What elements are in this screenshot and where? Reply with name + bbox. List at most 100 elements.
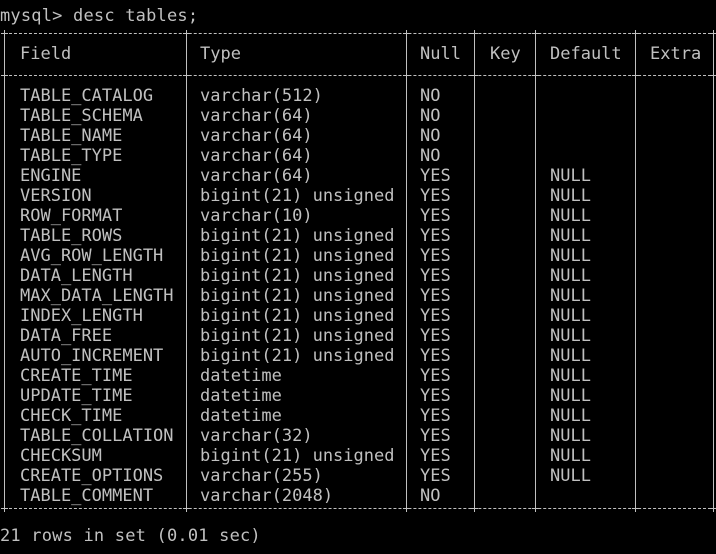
cell-field: INDEX_LENGTH xyxy=(20,306,143,326)
cell-null: YES xyxy=(420,326,451,346)
border-junction xyxy=(403,30,410,37)
cell-field: TABLE_ROWS xyxy=(20,226,123,246)
table-row: TABLE_SCHEMA varchar(64) NO xyxy=(0,106,716,126)
cell-null: YES xyxy=(420,406,451,426)
cell-null: YES xyxy=(420,346,451,366)
column-header-null: Null xyxy=(420,44,461,64)
cell-default: NULL xyxy=(550,346,591,366)
cell-type: varchar(64) xyxy=(200,106,313,126)
cell-default: NULL xyxy=(550,206,591,226)
cell-null: YES xyxy=(420,306,451,326)
table-border-top xyxy=(4,33,716,34)
cell-type: datetime xyxy=(200,406,282,426)
prompt: mysql> xyxy=(0,6,63,26)
cell-default: NULL xyxy=(550,386,591,406)
cell-field: CHECKSUM xyxy=(20,446,102,466)
cell-null: YES xyxy=(420,446,451,466)
cell-default: NULL xyxy=(550,246,591,266)
table-row: TABLE_ROWS bigint(21) unsigned YES NULL xyxy=(0,226,716,246)
cell-default: NULL xyxy=(550,426,591,446)
cell-type: bigint(21) unsigned xyxy=(200,266,395,286)
cell-field: CREATE_TIME xyxy=(20,366,133,386)
cell-null: YES xyxy=(420,366,451,386)
table-row: TABLE_CATALOG varchar(512) NO xyxy=(0,86,716,106)
cell-type: varchar(64) xyxy=(200,126,313,146)
cell-null: NO xyxy=(420,146,441,166)
border-junction xyxy=(471,505,478,512)
cell-field: AVG_ROW_LENGTH xyxy=(20,246,164,266)
border-junction xyxy=(183,72,190,79)
border-junction xyxy=(183,505,190,512)
column-header-field: Field xyxy=(20,44,72,64)
cell-field: ENGINE xyxy=(20,166,82,186)
table-row: DATA_FREE bigint(21) unsigned YES NULL xyxy=(0,326,716,346)
cell-type: bigint(21) unsigned xyxy=(200,346,395,366)
table-row: AUTO_INCREMENT bigint(21) unsigned YES NULL xyxy=(0,346,716,366)
cell-type: varchar(10) xyxy=(200,206,313,226)
border-junction xyxy=(1,505,8,512)
cell-default: NULL xyxy=(550,186,591,206)
border-junction xyxy=(632,72,639,79)
cell-null: YES xyxy=(420,166,451,186)
border-junction xyxy=(532,30,539,37)
border-junction xyxy=(403,72,410,79)
column-header-type: Type xyxy=(200,44,241,64)
table-row: INDEX_LENGTH bigint(21) unsigned YES NULL xyxy=(0,306,716,326)
border-junction xyxy=(183,30,190,37)
table-row: AVG_ROW_LENGTH bigint(21) unsigned YES NULL xyxy=(0,246,716,266)
border-junction xyxy=(710,30,716,37)
cell-default: NULL xyxy=(550,166,591,186)
cell-null: NO xyxy=(420,486,441,506)
border-junction xyxy=(532,72,539,79)
cell-default: NULL xyxy=(550,446,591,466)
table-row: TABLE_COMMENT varchar(2048) NO xyxy=(0,486,716,506)
table-row: MAX_DATA_LENGTH bigint(21) unsigned YES NUL… xyxy=(0,286,716,306)
cell-field: UPDATE_TIME xyxy=(20,386,133,406)
table-row: ROW_FORMAT varchar(10) YES NULL xyxy=(0,206,716,226)
cell-type: datetime xyxy=(200,386,282,406)
column-header-key: Key xyxy=(490,44,521,64)
cell-default: NULL xyxy=(550,226,591,246)
border-junction xyxy=(632,30,639,37)
cell-type: varchar(64) xyxy=(200,166,313,186)
cell-type: bigint(21) unsigned xyxy=(200,306,395,326)
column-header-extra: Extra xyxy=(650,44,702,64)
cell-field: TABLE_SCHEMA xyxy=(20,106,143,126)
cell-type: varchar(512) xyxy=(200,86,323,106)
cell-default: NULL xyxy=(550,306,591,326)
border-junction xyxy=(403,505,410,512)
cell-default: NULL xyxy=(550,406,591,426)
cell-field: TABLE_COMMENT xyxy=(20,486,154,506)
cell-type: bigint(21) unsigned xyxy=(200,286,395,306)
cell-type: bigint(21) unsigned xyxy=(200,326,395,346)
cell-type: bigint(21) unsigned xyxy=(200,246,395,266)
table-row: CHECKSUM bigint(21) unsigned YES NULL xyxy=(0,446,716,466)
column-header-default: Default xyxy=(550,44,622,64)
cell-null: NO xyxy=(420,86,441,106)
cell-type: bigint(21) unsigned xyxy=(200,186,395,206)
table-body: TABLE_CATALOG varchar(512) NO TABLE_SCHEMA v… xyxy=(0,86,716,506)
cell-field: TABLE_COLLATION xyxy=(20,426,174,446)
cell-field: DATA_FREE xyxy=(20,326,113,346)
cell-type: bigint(21) unsigned xyxy=(200,446,395,466)
cell-field: TABLE_TYPE xyxy=(20,146,123,166)
command-text: desc tables; xyxy=(73,6,199,26)
cell-null: NO xyxy=(420,126,441,146)
cell-field: MAX_DATA_LENGTH xyxy=(20,286,174,306)
cell-field: TABLE_CATALOG xyxy=(20,86,154,106)
cell-field: CHECK_TIME xyxy=(20,406,123,426)
border-junction xyxy=(1,30,8,37)
border-junction xyxy=(710,72,716,79)
command-line: mysql> desc tables; xyxy=(0,6,198,26)
cell-type: bigint(21) unsigned xyxy=(200,226,395,246)
cell-field: VERSION xyxy=(20,186,92,206)
table-row: CREATE_TIME datetime YES NULL xyxy=(0,366,716,386)
cell-type: varchar(32) xyxy=(200,426,313,446)
cell-default: NULL xyxy=(550,266,591,286)
cell-null: YES xyxy=(420,246,451,266)
cell-type: varchar(2048) xyxy=(200,486,334,506)
cell-null: YES xyxy=(420,386,451,406)
cell-null: NO xyxy=(420,106,441,126)
table-row: TABLE_TYPE varchar(64) NO xyxy=(0,146,716,166)
cell-default: NULL xyxy=(550,286,591,306)
